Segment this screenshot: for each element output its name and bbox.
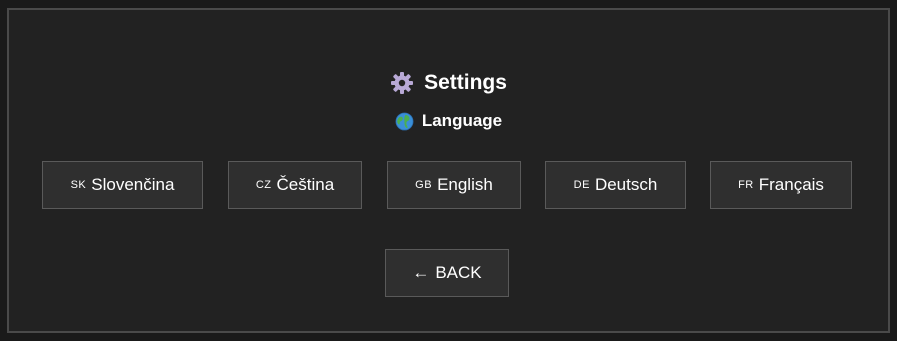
flag-code: FR: [738, 179, 754, 191]
settings-header: Settings: [9, 68, 888, 98]
settings-panel: Settings Language SK Slovenčina CZ Češti…: [7, 8, 890, 333]
language-label: Slovenčina: [91, 175, 175, 194]
back-button[interactable]: ← BACK: [385, 249, 509, 297]
gear-icon: [390, 71, 414, 95]
language-label: English: [437, 175, 493, 194]
flag-code: CZ: [255, 179, 272, 191]
language-button-cz[interactable]: CZ Čeština: [228, 161, 362, 209]
language-button-sk[interactable]: SK Slovenčina: [42, 161, 203, 209]
section-title: Language: [421, 111, 503, 130]
language-section-header: Language: [9, 109, 888, 133]
globe-icon: [395, 112, 414, 131]
back-button-label: BACK: [435, 263, 482, 282]
language-label: Čeština: [276, 175, 335, 194]
language-button-de[interactable]: DE Deutsch: [545, 161, 686, 209]
page-title: Settings: [424, 71, 507, 94]
flag-code: GB: [415, 179, 433, 191]
flag-code: SK: [70, 179, 87, 191]
language-button-gb[interactable]: GB English: [387, 161, 521, 209]
arrow-left-icon: ←: [412, 263, 430, 282]
flag-code: DE: [573, 179, 590, 191]
language-label: Deutsch: [594, 175, 658, 194]
language-label: Français: [758, 175, 824, 194]
language-button-fr[interactable]: FR Français: [710, 161, 852, 209]
